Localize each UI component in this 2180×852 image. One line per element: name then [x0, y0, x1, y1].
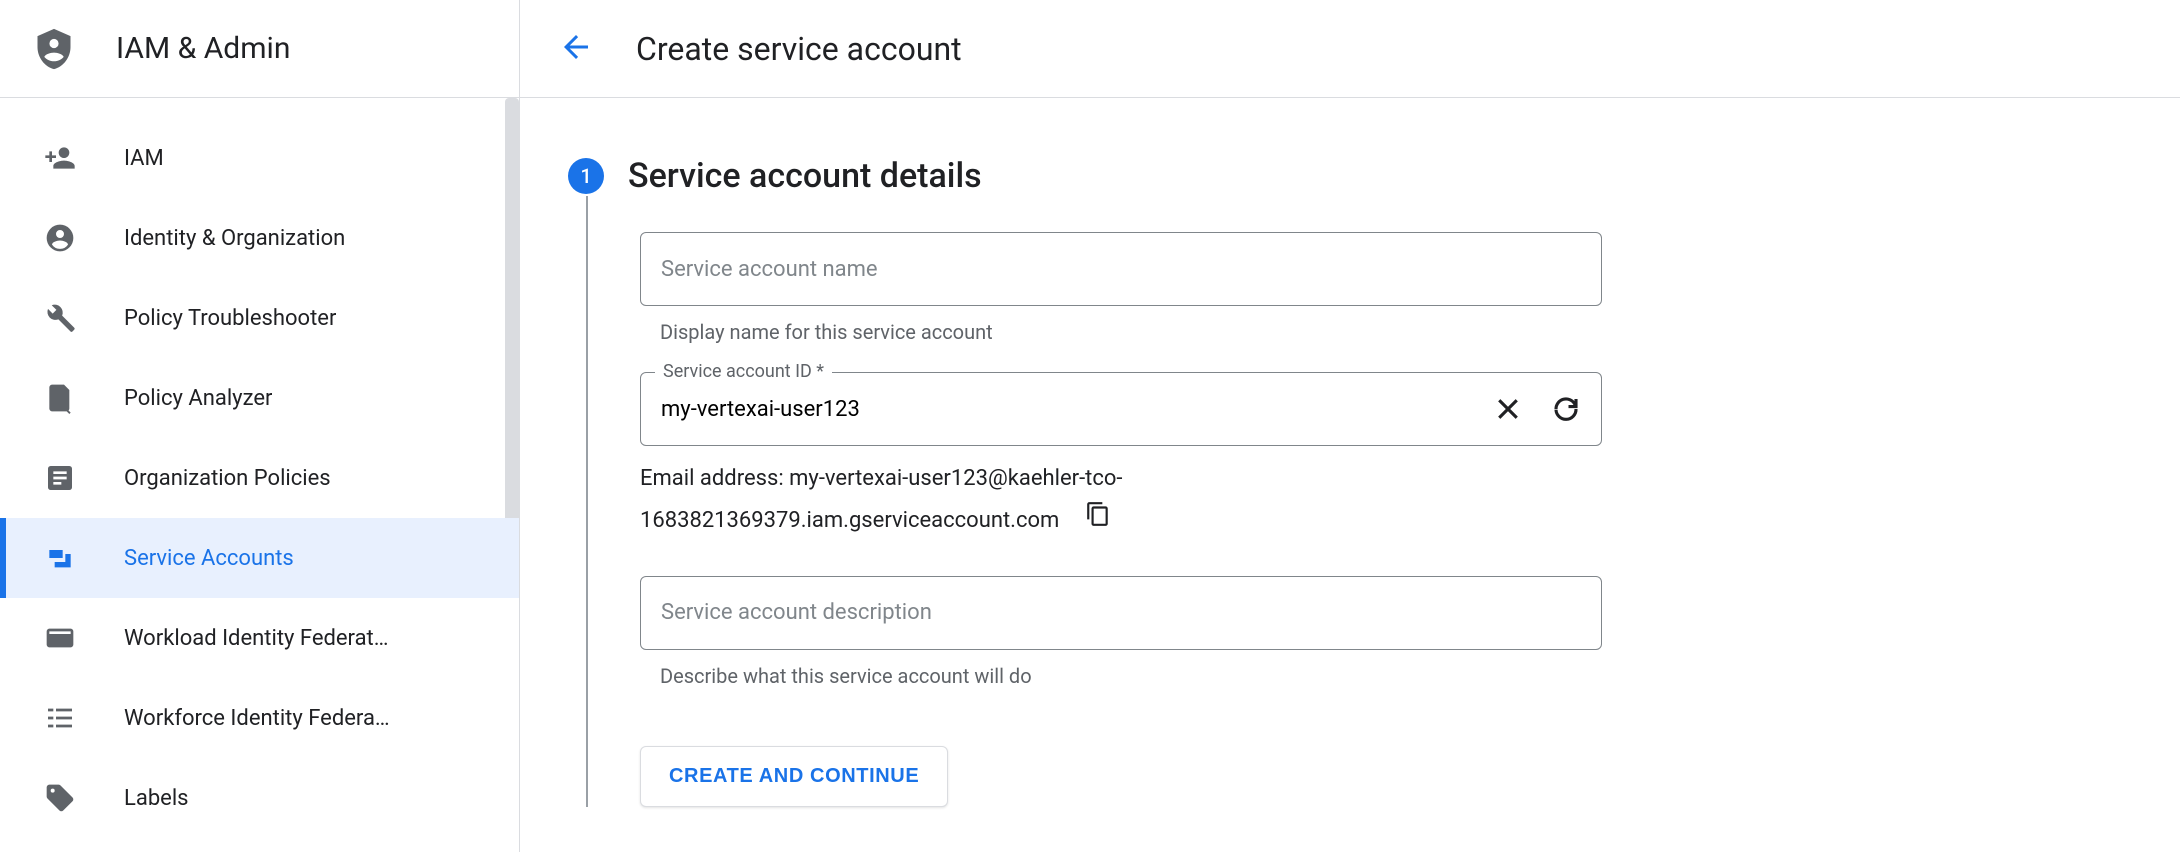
clear-icon[interactable] [1493, 394, 1523, 424]
sidebar-item-identity-org[interactable]: Identity & Organization [0, 198, 519, 278]
service-account-description-input[interactable] [661, 600, 1581, 625]
sidebar-item-workload-identity[interactable]: Workload Identity Federat… [0, 598, 519, 678]
service-account-id-input-wrapper: Service account ID * [640, 372, 1602, 446]
sidebar-item-policy-troubleshooter[interactable]: Policy Troubleshooter [0, 278, 519, 358]
main: Create service account 1 Service account… [520, 0, 2180, 852]
create-and-continue-button[interactable]: CREATE AND CONTINUE [640, 746, 948, 807]
form-group-id: Service account ID * Email address: my-v… [640, 372, 2180, 542]
refresh-icon[interactable] [1551, 394, 1581, 424]
shield-user-icon [32, 27, 76, 71]
service-account-name-input[interactable] [661, 257, 1581, 282]
sidebar-item-label: Labels [124, 786, 189, 811]
form-group-name: Display name for this service account [640, 232, 2180, 344]
sidebar-item-policy-analyzer[interactable]: Policy Analyzer [0, 358, 519, 438]
sidebar-item-iam[interactable]: IAM [0, 118, 519, 198]
wrench-icon [44, 302, 76, 334]
main-content: 1 Service account details Display name f… [520, 98, 2180, 807]
main-header: Create service account [520, 0, 2180, 98]
service-account-id-input[interactable] [661, 397, 1493, 422]
service-account-icon [44, 542, 76, 574]
page-title: Create service account [636, 30, 962, 68]
person-add-icon [44, 142, 76, 174]
sidebar-title: IAM & Admin [116, 31, 290, 66]
sidebar-item-label: Policy Analyzer [124, 386, 272, 411]
sidebar-item-label: Policy Troubleshooter [124, 306, 336, 331]
sidebar-item-label: Workforce Identity Federa… [124, 706, 390, 731]
name-helper-text: Display name for this service account [640, 306, 2180, 344]
email-prefix: Email address: [640, 466, 789, 491]
sidebar-item-labels[interactable]: Labels [0, 758, 519, 838]
article-icon [44, 462, 76, 494]
email-line2: 1683821369379.iam.gserviceaccount.com [640, 500, 1059, 542]
tag-icon [44, 782, 76, 814]
sidebar: IAM & Admin IAM Identity & Organization … [0, 0, 520, 852]
step-header: 1 Service account details [568, 156, 2180, 196]
service-account-description-input-wrapper [640, 576, 1602, 650]
policy-doc-icon [44, 382, 76, 414]
email-line1: my-vertexai-user123@kaehler-tco- [789, 466, 1122, 491]
email-address-block: Email address: my-vertexai-user123@kaehl… [640, 458, 2180, 542]
service-account-name-input-wrapper [640, 232, 1602, 306]
sidebar-nav: IAM Identity & Organization Policy Troub… [0, 98, 519, 852]
form-group-description: Describe what this service account will … [640, 576, 2180, 688]
sidebar-header: IAM & Admin [0, 0, 519, 98]
sidebar-item-label: Workload Identity Federat… [124, 626, 388, 651]
sidebar-item-label: Organization Policies [124, 466, 331, 491]
sidebar-item-service-accounts[interactable]: Service Accounts [0, 518, 519, 598]
sidebar-item-label: Identity & Organization [124, 226, 345, 251]
sidebar-item-label: Service Accounts [124, 546, 294, 571]
sidebar-item-label: IAM [124, 146, 164, 171]
badge-icon [44, 622, 76, 654]
step-body: Display name for this service account Se… [586, 196, 2180, 807]
account-circle-icon [44, 222, 76, 254]
step-number-badge: 1 [568, 158, 604, 194]
copy-icon[interactable] [1085, 500, 1111, 542]
sidebar-item-org-policies[interactable]: Organization Policies [0, 438, 519, 518]
description-helper-text: Describe what this service account will … [640, 650, 2180, 688]
id-floating-label: Service account ID * [655, 361, 832, 382]
step-title: Service account details [628, 156, 982, 196]
sidebar-item-workforce-identity[interactable]: Workforce Identity Federa… [0, 678, 519, 758]
list-icon [44, 702, 76, 734]
back-arrow-icon[interactable] [558, 29, 636, 69]
